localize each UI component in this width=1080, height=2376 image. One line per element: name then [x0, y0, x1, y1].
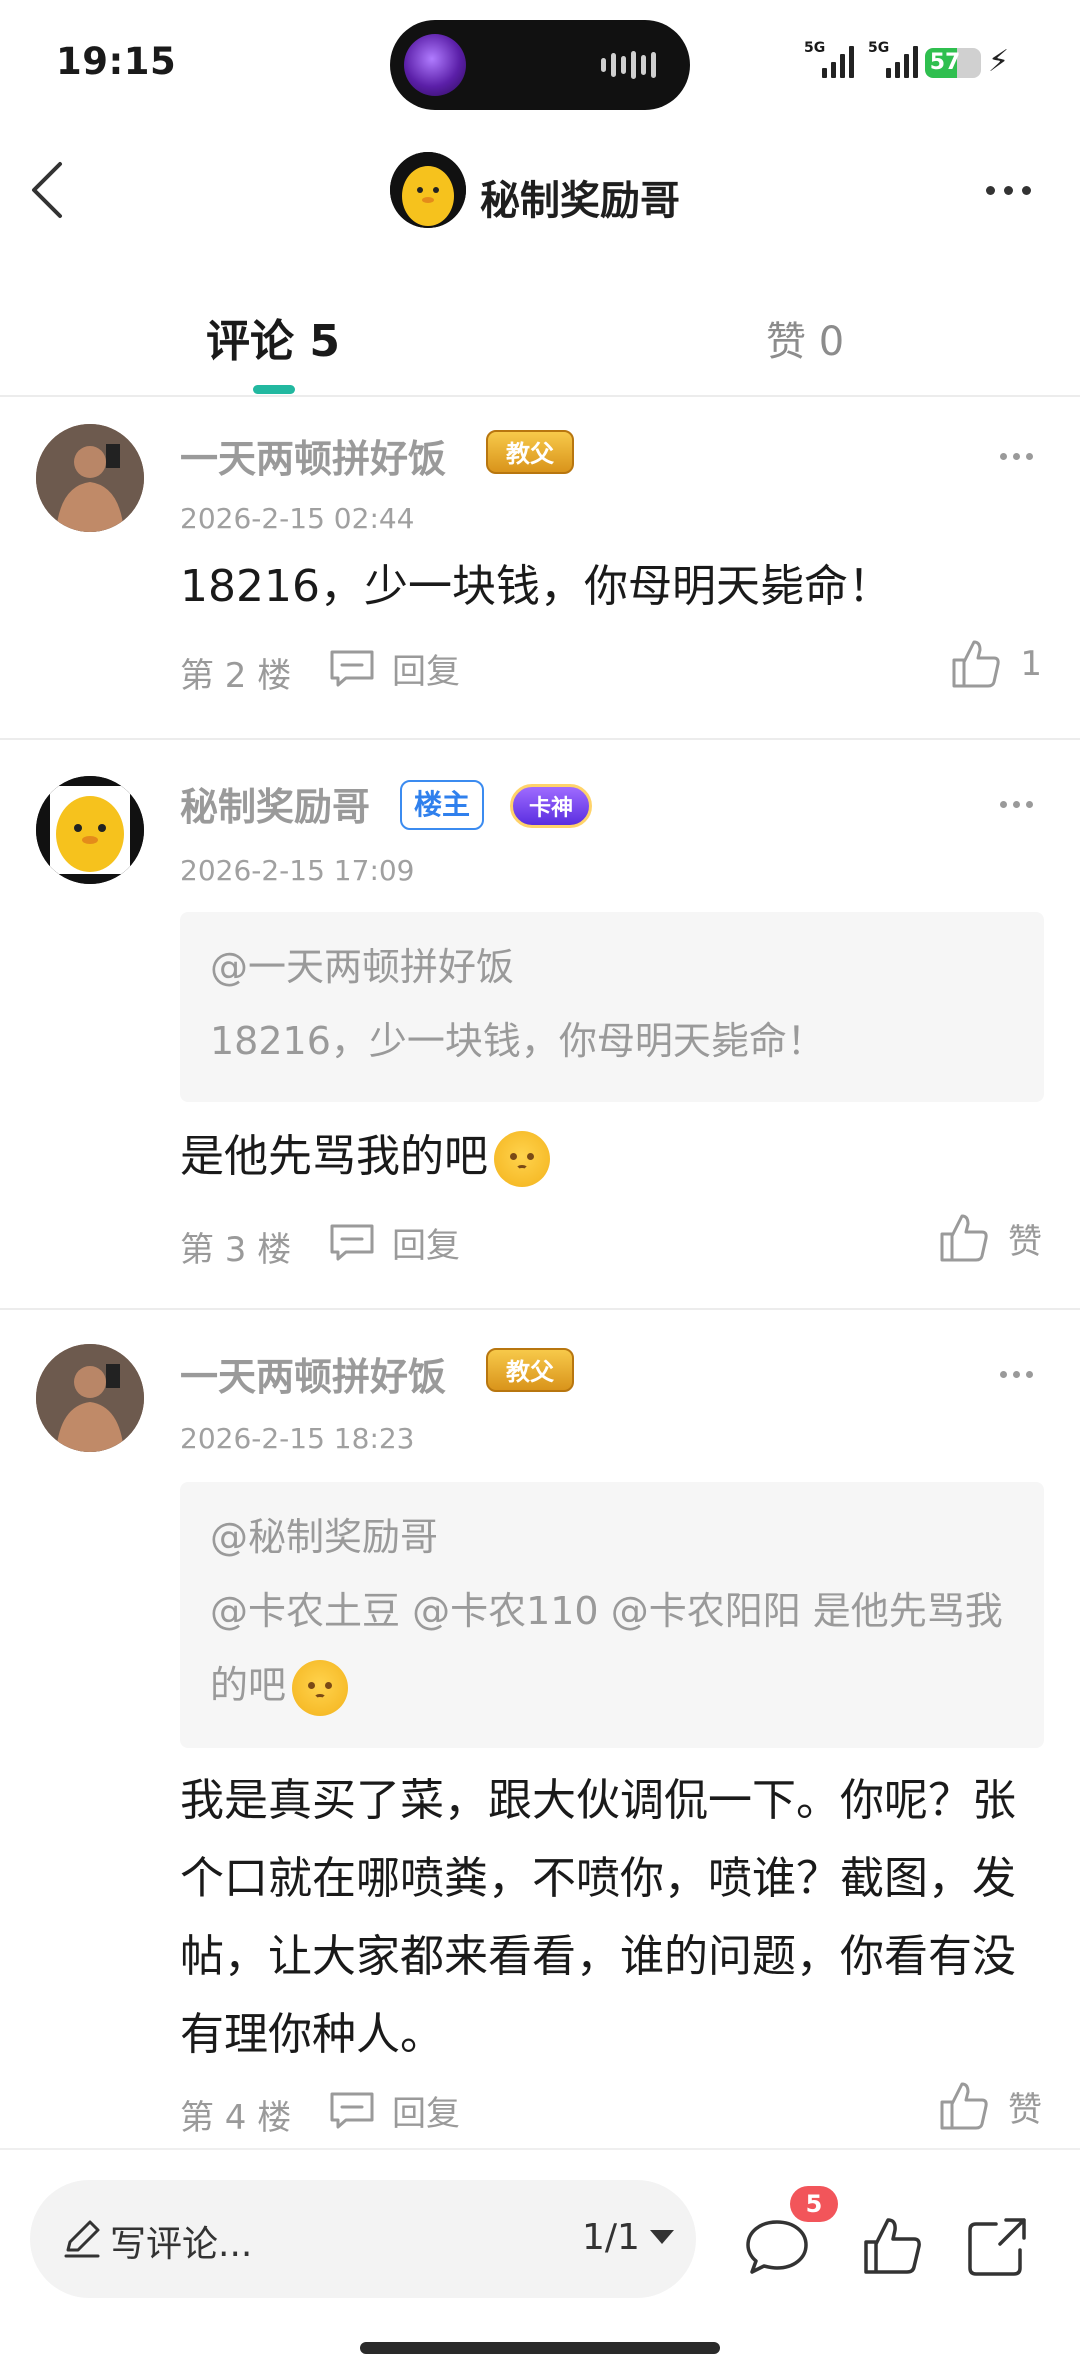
comment-icon[interactable] — [742, 2212, 812, 2282]
comment-content: 18216，少一块钱，你母明天毙命！ — [180, 561, 892, 612]
thumbs-up-icon — [952, 640, 1001, 688]
thumbs-up-icon[interactable] — [858, 2212, 928, 2282]
quote-text: 18216，少一块钱，你母明天毙命！ — [210, 1019, 825, 1063]
dynamic-island[interactable] — [390, 20, 690, 110]
floor-label: 第 2 楼 — [180, 656, 292, 696]
comment-username[interactable]: 秘制奖励哥 — [180, 776, 370, 831]
caret-down-icon[interactable] — [650, 2230, 674, 2244]
comment-time: 2026-2-15 02:44 — [180, 502, 415, 535]
charging-bolt-icon: ⚡ — [988, 44, 1010, 79]
reply-button[interactable]: 回复 — [328, 646, 460, 692]
quote-box: @秘制奖励哥 @卡农土豆 @卡农110 @卡农阳阳 是他先骂我的吧 — [180, 1482, 1044, 1748]
like-button[interactable]: 1 — [950, 636, 1042, 692]
tab-comments[interactable]: 评论 5 — [206, 305, 340, 369]
audio-wave-icon — [601, 50, 656, 80]
avatar[interactable] — [36, 424, 144, 532]
tab-active-indicator — [253, 385, 295, 394]
write-comment-input[interactable]: 写评论... 1/1 — [30, 2180, 696, 2298]
floor-label: 第 4 楼 — [180, 2098, 292, 2138]
quote-box: @一天两顿拼好饭 18216，少一块钱，你母明天毙命！ — [180, 912, 1044, 1102]
comment-more-button[interactable] — [1000, 794, 1040, 814]
comment-item: 一天两顿拼好饭 教父 2026-2-15 18:23 @秘制奖励哥 @卡农土豆 … — [0, 1310, 1080, 2148]
pencil-icon — [64, 2220, 100, 2258]
like-button[interactable]: 赞 — [938, 1210, 1042, 1266]
rank-badge: 卡神 — [510, 784, 593, 828]
like-button[interactable]: 赞 — [938, 2078, 1042, 2134]
comment-item: 一天两顿拼好饭 教父 2026-2-15 02:44 18216，少一块钱，你母… — [0, 398, 1080, 738]
blush-emoji-icon — [292, 1659, 349, 1716]
comment-more-button[interactable] — [1000, 446, 1040, 466]
avatar[interactable] — [36, 776, 144, 884]
dot-icon — [985, 185, 995, 195]
reply-icon — [330, 650, 374, 687]
comment-username[interactable]: 一天两顿拼好饭 — [180, 1346, 446, 1401]
write-placeholder: 写评论... — [110, 2224, 253, 2265]
comment-content: 我是真买了菜，跟大伙调侃一下。你呢？张个口就在哪喷粪，不喷你，喷谁？截图，发帖，… — [180, 1775, 1016, 2060]
comment-count-badge: 5 — [790, 2186, 838, 2222]
battery-icon: 57 — [925, 48, 981, 78]
signal-icon-2: 5G — [868, 40, 918, 78]
page-title: 秘制奖励哥 — [480, 178, 680, 224]
rank-badge: 教父 — [486, 430, 574, 474]
comment-time: 2026-2-15 18:23 — [180, 1422, 415, 1455]
blush-emoji-icon — [494, 1131, 550, 1187]
tab-likes[interactable]: 赞 0 — [766, 309, 844, 367]
quote-text: @卡农土豆 @卡农110 @卡农阳阳 是他先骂我的吧 — [210, 1574, 1014, 1722]
comment-username[interactable]: 一天两顿拼好饭 — [180, 428, 446, 483]
chick-avatar-icon — [36, 776, 144, 884]
reply-icon — [330, 2092, 374, 2129]
music-artwork-icon — [404, 34, 466, 96]
thumbs-up-icon — [940, 2082, 988, 2130]
signal-icon-1: 5G — [804, 40, 854, 78]
quote-user[interactable]: @一天两顿拼好饭 — [210, 930, 1014, 1004]
reply-button[interactable]: 回复 — [328, 1220, 460, 1266]
comment-more-button[interactable] — [1000, 1364, 1040, 1384]
more-options-button[interactable] — [968, 170, 1048, 210]
status-bar: 19:15 5G 5G 57 ⚡ — [0, 0, 1080, 130]
chevron-left-icon — [32, 162, 62, 218]
share-icon[interactable] — [962, 2212, 1032, 2282]
chick-avatar-icon — [390, 152, 466, 228]
comment-time: 2026-2-15 17:09 — [180, 854, 415, 887]
thumbs-up-icon — [940, 1214, 988, 1262]
status-time: 19:15 — [56, 40, 177, 83]
floor-label: 第 3 楼 — [180, 1230, 292, 1270]
tab-bar: 评论 5 赞 0 — [0, 285, 1080, 397]
dot-icon — [1003, 185, 1013, 195]
back-button[interactable] — [20, 150, 100, 230]
header: 秘制奖励哥 — [0, 130, 1080, 260]
reply-icon — [330, 1224, 374, 1261]
comment-content: 是他先骂我的吧 — [180, 1118, 1040, 1196]
rank-badge: 教父 — [486, 1348, 574, 1392]
reply-button[interactable]: 回复 — [328, 2088, 460, 2134]
comment-item: 秘制奖励哥 楼主 卡神 2026-2-15 17:09 @一天两顿拼好饭 182… — [0, 740, 1080, 1308]
user-photo-icon — [36, 424, 144, 532]
dot-icon — [1021, 185, 1031, 195]
user-photo-icon — [36, 1344, 144, 1452]
quote-user[interactable]: @秘制奖励哥 — [210, 1500, 1014, 1574]
home-indicator[interactable] — [360, 2342, 720, 2354]
avatar[interactable] — [36, 1344, 144, 1452]
page-indicator[interactable]: 1/1 — [582, 2217, 640, 2258]
owner-badge: 楼主 — [400, 780, 485, 830]
header-avatar[interactable] — [390, 152, 466, 228]
